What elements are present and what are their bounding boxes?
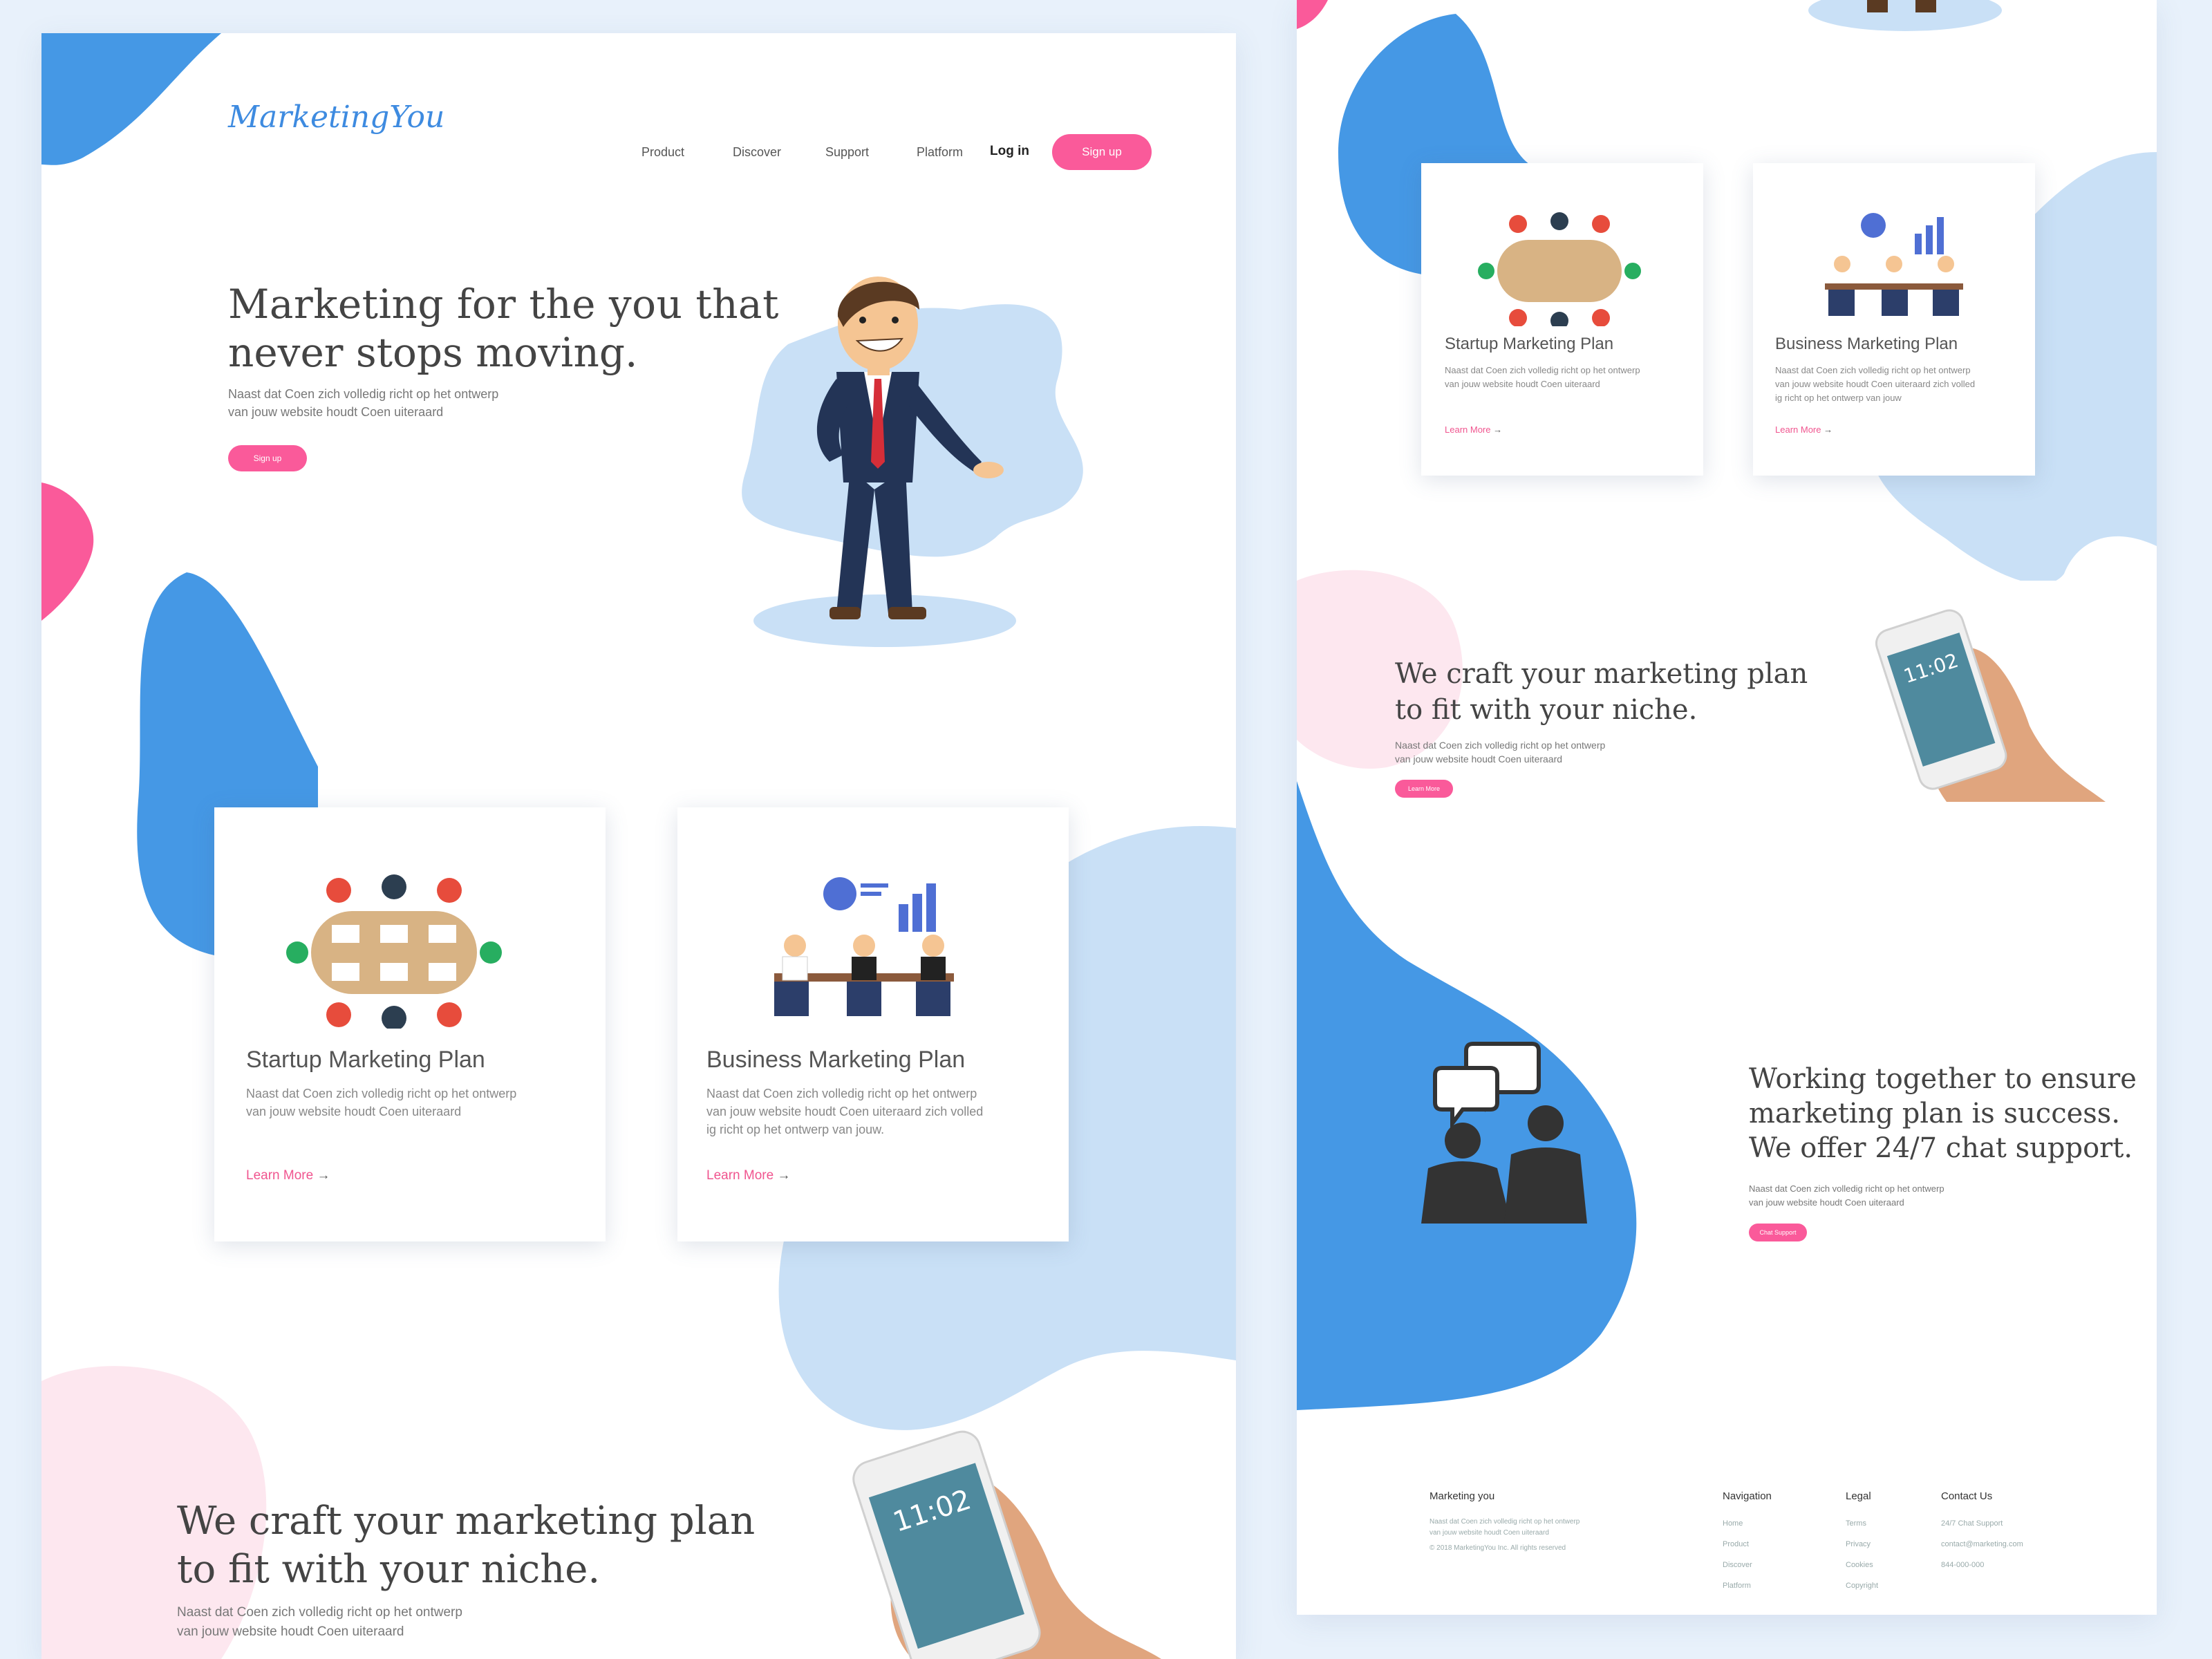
landing-page-main: MarketingYou Product Discover Support Pl…	[41, 33, 1236, 1659]
copyright-icon: ©	[1430, 1544, 1435, 1552]
learn-more-link[interactable]: Learn More →	[1445, 424, 1502, 435]
footer-contact-title: Contact Us	[1941, 1490, 1993, 1502]
arrow-right-icon: →	[317, 1168, 330, 1183]
learn-more-label: Learn More	[706, 1168, 774, 1183]
footer-navigation-title: Navigation	[1723, 1490, 1772, 1502]
card-desc-line2: van jouw website houdt Coen uiteraard zi…	[1775, 379, 1976, 389]
craft-desc-line1: Naast dat Coen zich volledig richt op he…	[177, 1605, 462, 1620]
footer-contact-phone[interactable]: 844-000-000	[1941, 1561, 1984, 1569]
startup-plan-card-compact[interactable]: Startup Marketing Plan Naast dat Coen zi…	[1421, 163, 1703, 476]
card-title: Business Marketing Plan	[1775, 335, 1958, 353]
nav-platform[interactable]: Platform	[917, 145, 963, 160]
chat-support-silhouette	[1421, 1042, 1587, 1224]
craft-learn-more-button[interactable]: Learn More	[1395, 780, 1453, 798]
business-meeting-illustration	[774, 877, 954, 1016]
card-desc-line2: van jouw website houdt Coen uiteraard	[1445, 379, 1600, 389]
learn-more-label: Learn More	[246, 1168, 314, 1183]
card-desc-line1: Naast dat Coen zich volledig richt op he…	[1445, 365, 1640, 375]
footer-brand-desc-line1: Naast dat Coen zich volledig richt op he…	[1430, 1518, 1580, 1526]
landing-page-secondary: Startup Marketing Plan Naast dat Coen zi…	[1297, 0, 2157, 1615]
arrow-right-icon: →	[777, 1168, 791, 1183]
footer-link-platform[interactable]: Platform	[1723, 1582, 1751, 1590]
card-title: Business Marketing Plan	[706, 1047, 966, 1073]
footer-link-privacy[interactable]: Privacy	[1846, 1540, 1871, 1548]
hero-title-line1: Marketing for the you that	[228, 281, 779, 328]
footer-link-home[interactable]: Home	[1723, 1519, 1743, 1528]
footer-copyright: © 2018 MarketingYou Inc. All rights rese…	[1430, 1544, 1566, 1552]
footer-link-discover[interactable]: Discover	[1723, 1561, 1752, 1569]
learn-more-link[interactable]: Learn More →	[246, 1168, 330, 1183]
footer-contact-chat[interactable]: 24/7 Chat Support	[1941, 1519, 2003, 1528]
nav-product[interactable]: Product	[641, 145, 684, 160]
support-desc-line1: Naast dat Coen zich volledig richt op he…	[1749, 1183, 1944, 1194]
team-meeting-illustration	[286, 874, 502, 1029]
nav-discover[interactable]: Discover	[733, 145, 781, 160]
footer-link-product[interactable]: Product	[1723, 1540, 1749, 1548]
learn-more-label: Learn More	[1445, 424, 1491, 435]
craft-title-line1: We craft your marketing plan	[1395, 658, 1808, 690]
craft-title-line1: We craft your marketing plan	[177, 1499, 756, 1544]
card-desc-line2: van jouw website houdt Coen uiteraard	[246, 1105, 462, 1118]
card-desc-line1: Naast dat Coen zich volledig richt op he…	[246, 1087, 517, 1100]
login-link[interactable]: Log in	[990, 144, 1029, 159]
copyright-text: 2018 MarketingYou Inc. All rights reserv…	[1436, 1544, 1566, 1552]
phone-in-hand-illustration: 11:02	[1875, 609, 2106, 802]
learn-more-label: Learn More	[1775, 424, 1821, 435]
business-plan-card-compact[interactable]: Business Marketing Plan Naast dat Coen z…	[1753, 163, 2035, 476]
card-desc-line2: van jouw website houdt Coen uiteraard zi…	[706, 1105, 984, 1118]
arrow-right-icon: →	[1824, 424, 1833, 435]
footer-legal-title: Legal	[1846, 1490, 1871, 1502]
craft-desc-line1: Naast dat Coen zich volledig richt op he…	[1395, 740, 1606, 751]
hero-desc-line2: van jouw website houdt Coen uiteraard	[228, 405, 444, 419]
footer-link-cookies[interactable]: Cookies	[1846, 1561, 1873, 1569]
startup-plan-card[interactable]: Startup Marketing Plan Naast dat Coen zi…	[214, 807, 606, 1241]
pink-side-blob	[41, 482, 94, 621]
card-desc-line1: Naast dat Coen zich volledig richt op he…	[1775, 365, 1971, 375]
signup-button[interactable]: Sign up	[1052, 134, 1152, 170]
hero-title-line2: never stops moving.	[228, 329, 638, 376]
support-title-line3: We offer 24/7 chat support.	[1749, 1132, 2133, 1164]
footer-brand-title: Marketing you	[1430, 1490, 1495, 1502]
card-desc-line3: ig richt op het ontwerp van jouw.	[706, 1123, 885, 1136]
brand-logo[interactable]: MarketingYou	[228, 100, 444, 135]
craft-title-line2: to fit with your niche.	[177, 1547, 601, 1592]
support-desc-line2: van jouw website houdt Coen uiteraard	[1749, 1197, 1904, 1208]
chat-support-button[interactable]: Chat Support	[1749, 1224, 1807, 1241]
businessman-illustration	[742, 276, 1083, 647]
card-desc-line3: ig richt op het ontwerp van jouw	[1775, 393, 1902, 403]
card-title: Startup Marketing Plan	[1445, 335, 1614, 353]
learn-more-link[interactable]: Learn More →	[706, 1168, 790, 1183]
hero-desc-line1: Naast dat Coen zich volledig richt op he…	[228, 387, 499, 401]
card-desc-line1: Naast dat Coen zich volledig richt op he…	[706, 1087, 977, 1100]
support-title-line2: marketing plan is success.	[1749, 1098, 2121, 1130]
craft-desc-line2: van jouw website houdt Coen uiteraard	[1395, 753, 1563, 765]
footer-brand-desc-line2: van jouw website houdt Coen uiteraard	[1430, 1529, 1549, 1537]
craft-title-line2: to fit with your niche.	[1395, 694, 1698, 726]
footer-contact-email[interactable]: contact@marketing.com	[1941, 1540, 2023, 1548]
footer-link-terms[interactable]: Terms	[1846, 1519, 1866, 1528]
learn-more-link[interactable]: Learn More →	[1775, 424, 1833, 435]
footer-link-copyright[interactable]: Copyright	[1846, 1582, 1878, 1590]
phone-in-hand-illustration: 11:02	[852, 1430, 1161, 1659]
top-floor-shadow	[1808, 0, 2002, 31]
hero-signup-button[interactable]: Sign up	[228, 445, 307, 471]
top-left-blob	[41, 33, 221, 165]
team-meeting-illustration	[1478, 212, 1641, 326]
nav-support[interactable]: Support	[825, 145, 869, 160]
arrow-right-icon: →	[1493, 424, 1503, 435]
craft-desc-line2: van jouw website houdt Coen uiteraard	[177, 1624, 404, 1639]
business-meeting-illustration	[1825, 213, 1963, 316]
card-title: Startup Marketing Plan	[246, 1047, 485, 1073]
business-plan-card[interactable]: Business Marketing Plan Naast dat Coen z…	[677, 807, 1069, 1241]
support-title-line1: Working together to ensure	[1749, 1063, 2137, 1095]
